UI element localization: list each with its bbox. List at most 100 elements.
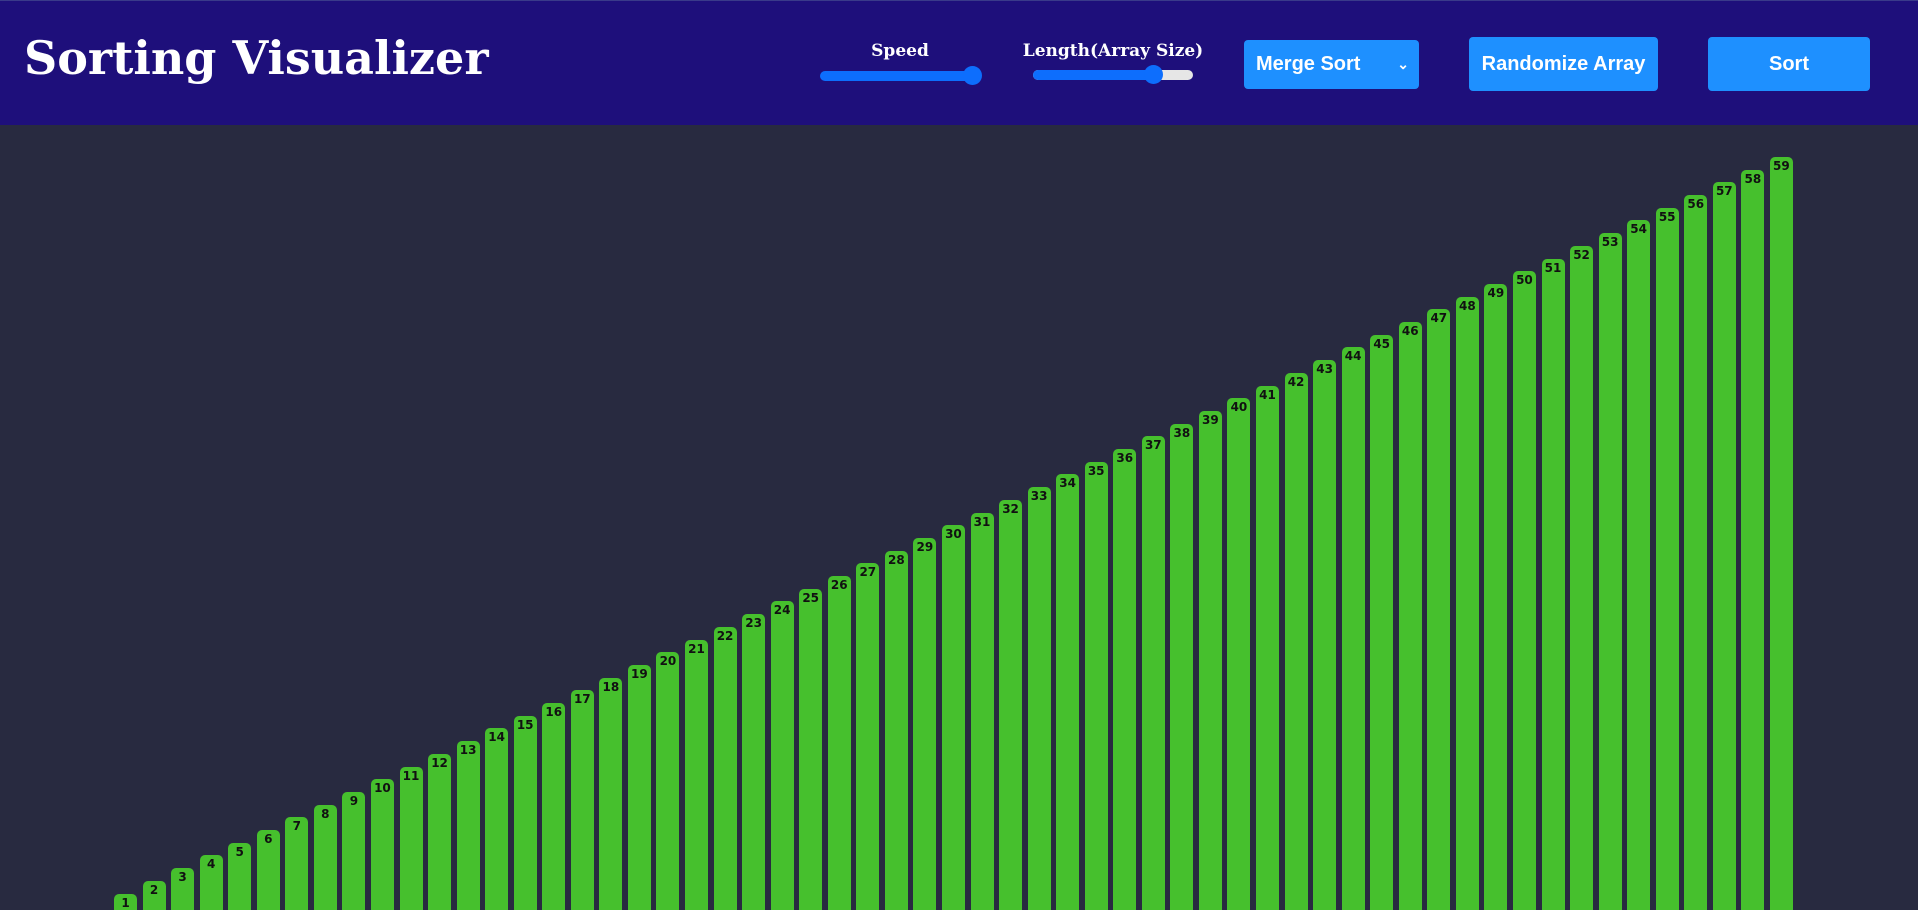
bar-value-label: 6 (257, 832, 280, 846)
bar-value-label: 46 (1399, 324, 1422, 338)
bar-value-label: 3 (171, 870, 194, 884)
bar-value-label: 48 (1456, 299, 1479, 313)
bar-chart: 1234567891011121314151617181920212223242… (0, 125, 1918, 908)
array-bar: 9 (342, 792, 365, 910)
bar-value-label: 17 (571, 692, 594, 706)
bar-value-label: 20 (656, 654, 679, 668)
bar-value-label: 50 (1513, 273, 1536, 287)
length-label: Length(Array Size) (1018, 41, 1208, 61)
array-bar: 23 (742, 614, 765, 910)
bar-value-label: 36 (1113, 451, 1136, 465)
bar-value-label: 8 (314, 807, 337, 821)
array-bar: 33 (1028, 487, 1051, 910)
bar-value-label: 59 (1770, 159, 1793, 173)
bar-value-label: 49 (1484, 286, 1507, 300)
array-bar: 2 (143, 881, 166, 910)
algorithm-select[interactable]: Merge Sort ⌄ (1244, 40, 1419, 89)
array-bar: 47 (1427, 309, 1450, 910)
array-bar: 13 (457, 741, 480, 910)
array-bar: 32 (999, 500, 1022, 910)
length-slider[interactable] (1033, 70, 1193, 80)
header: Sorting Visualizer Speed Length(Array Si… (0, 0, 1918, 125)
bar-value-label: 22 (714, 629, 737, 643)
bar-value-label: 32 (999, 502, 1022, 516)
array-bar: 50 (1513, 271, 1536, 910)
bar-value-label: 27 (856, 565, 879, 579)
page-title: Sorting Visualizer (24, 31, 489, 85)
array-bar: 18 (599, 678, 622, 910)
array-bar: 12 (428, 754, 451, 910)
bar-value-label: 41 (1256, 388, 1279, 402)
array-bar: 11 (400, 767, 423, 910)
array-bar: 3 (171, 868, 194, 910)
array-bar: 22 (714, 627, 737, 910)
array-bar: 35 (1085, 462, 1108, 910)
bar-value-label: 18 (599, 680, 622, 694)
array-bar: 52 (1570, 246, 1593, 910)
array-bar: 5 (228, 843, 251, 910)
bar-value-label: 42 (1285, 375, 1308, 389)
array-bar: 40 (1227, 398, 1250, 910)
bar-value-label: 35 (1085, 464, 1108, 478)
bar-value-label: 19 (628, 667, 651, 681)
array-bar: 55 (1656, 208, 1679, 910)
speed-slider[interactable] (820, 71, 980, 81)
array-bar: 41 (1256, 386, 1279, 910)
bar-value-label: 29 (913, 540, 936, 554)
array-bar: 15 (514, 716, 537, 910)
array-bar: 37 (1142, 436, 1165, 910)
array-bar: 30 (942, 525, 965, 910)
array-bar: 28 (885, 551, 908, 910)
bar-value-label: 16 (542, 705, 565, 719)
bar-value-label: 14 (485, 730, 508, 744)
bar-value-label: 51 (1542, 261, 1565, 275)
array-bar: 43 (1313, 360, 1336, 910)
array-bar: 34 (1056, 474, 1079, 910)
array-bar: 19 (628, 665, 651, 910)
bar-value-label: 38 (1170, 426, 1193, 440)
array-bar: 36 (1113, 449, 1136, 910)
bar-value-label: 37 (1142, 438, 1165, 452)
array-bar: 58 (1741, 170, 1764, 910)
array-bar: 48 (1456, 297, 1479, 910)
array-bar: 44 (1342, 347, 1365, 910)
bar-value-label: 1 (114, 896, 137, 910)
bar-value-label: 24 (771, 603, 794, 617)
bar-value-label: 30 (942, 527, 965, 541)
bar-value-label: 21 (685, 642, 708, 656)
bar-value-label: 44 (1342, 349, 1365, 363)
bar-value-label: 54 (1627, 222, 1650, 236)
array-bar: 29 (913, 538, 936, 910)
bar-value-label: 31 (971, 515, 994, 529)
array-bar: 26 (828, 576, 851, 910)
bar-value-label: 56 (1684, 197, 1707, 211)
bar-value-label: 5 (228, 845, 251, 859)
sort-button[interactable]: Sort (1708, 37, 1870, 91)
array-bar: 21 (685, 640, 708, 910)
array-bar: 56 (1684, 195, 1707, 910)
speed-slider-thumb[interactable] (963, 66, 982, 85)
array-bar: 17 (571, 690, 594, 910)
randomize-array-button[interactable]: Randomize Array (1469, 37, 1658, 91)
bar-value-label: 47 (1427, 311, 1450, 325)
bar-value-label: 15 (514, 718, 537, 732)
bar-value-label: 43 (1313, 362, 1336, 376)
array-bar: 39 (1199, 411, 1222, 910)
array-bar: 4 (200, 855, 223, 910)
array-bar: 24 (771, 601, 794, 910)
array-bar: 54 (1627, 220, 1650, 910)
bar-value-label: 25 (799, 591, 822, 605)
array-bar: 10 (371, 779, 394, 910)
speed-label: Speed (820, 41, 980, 61)
array-bar: 7 (285, 817, 308, 910)
length-slider-thumb[interactable] (1144, 65, 1163, 84)
bar-value-label: 33 (1028, 489, 1051, 503)
bar-value-label: 57 (1713, 184, 1736, 198)
array-bar: 51 (1542, 259, 1565, 910)
array-bar: 49 (1484, 284, 1507, 910)
chevron-down-icon: ⌄ (1397, 40, 1409, 89)
bar-value-label: 28 (885, 553, 908, 567)
array-bar: 53 (1599, 233, 1622, 910)
bar-value-label: 26 (828, 578, 851, 592)
array-bar: 16 (542, 703, 565, 910)
